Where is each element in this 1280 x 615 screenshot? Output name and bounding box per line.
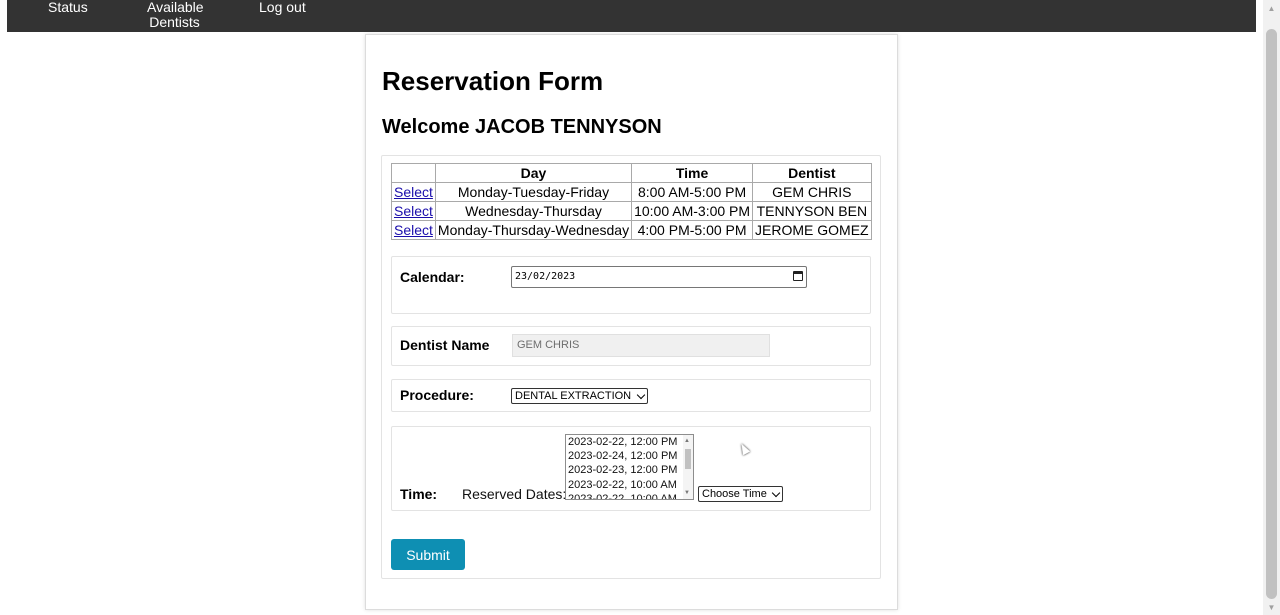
- top-navbar: Status Available Dentists Log out: [7, 0, 1256, 32]
- reserved-dates-listbox[interactable]: 2023-02-22, 12:00 PM 2023-02-24, 12:00 P…: [565, 434, 694, 500]
- reserved-dates-label: Reserved Dates:: [462, 486, 567, 502]
- nav-available-dentists-link[interactable]: Available Dentists: [147, 0, 204, 30]
- calendar-date-input[interactable]: 23/02/2023: [511, 266, 807, 288]
- select-cell: Select: [391, 182, 436, 202]
- listbox-scroll-thumb[interactable]: [685, 449, 691, 469]
- table-header-time: Time: [631, 163, 754, 183]
- dentist-name-field: GEM CHRIS: [512, 334, 770, 357]
- welcome-message: Welcome JACOB TENNYSON: [382, 116, 662, 138]
- select-link[interactable]: Select: [394, 203, 433, 219]
- time-cell: 10:00 AM-3:00 PM: [631, 201, 754, 221]
- calendar-label: Calendar:: [400, 269, 465, 285]
- table-header-day: Day: [434, 163, 633, 183]
- table-header-select: [391, 163, 436, 183]
- list-item[interactable]: 2023-02-23, 12:00 PM: [566, 463, 693, 477]
- scroll-up-arrow-icon[interactable]: ▲: [1263, 0, 1280, 16]
- dentist-schedule-table: Day Time Dentist Select Monday-Tuesday-F…: [391, 163, 872, 240]
- procedure-select[interactable]: DENTAL EXTRACTION: [511, 388, 648, 404]
- calendar-icon[interactable]: [793, 271, 803, 281]
- listbox-down-arrow-icon[interactable]: ▼: [684, 489, 690, 497]
- time-cell: 4:00 PM-5:00 PM: [631, 220, 754, 240]
- chevron-down-icon: [636, 390, 646, 400]
- time-label: Time:: [400, 486, 438, 502]
- calendar-date-value: 23/02/2023: [515, 271, 576, 282]
- nav-status-link[interactable]: Status: [48, 0, 88, 15]
- table-header-row: Day Time Dentist: [391, 163, 872, 183]
- list-item[interactable]: 2023-02-22, 12:00 PM: [566, 435, 693, 449]
- page-title: Reservation Form: [382, 66, 604, 96]
- procedure-label: Procedure:: [400, 387, 474, 403]
- list-item[interactable]: 2023-02-22, 10:00 AM: [566, 478, 693, 492]
- dentist-cell: JEROME GOMEZ: [752, 220, 872, 240]
- day-cell: Monday-Tuesday-Friday: [434, 182, 633, 202]
- select-cell: Select: [391, 201, 436, 221]
- nav-logout-link[interactable]: Log out: [259, 0, 306, 15]
- dentist-cell: GEM CHRIS: [752, 182, 872, 202]
- select-cell: Select: [391, 220, 436, 240]
- list-item[interactable]: 2023-02-22, 10:00 AM: [566, 492, 693, 499]
- choose-time-value: Choose Time: [702, 488, 767, 500]
- listbox-scrollbar[interactable]: ▲ ▼: [683, 435, 693, 499]
- dentist-name-label: Dentist Name: [400, 337, 490, 353]
- listbox-up-arrow-icon[interactable]: ▲: [684, 437, 690, 445]
- procedure-selected-value: DENTAL EXTRACTION: [515, 390, 632, 402]
- day-cell: Wednesday-Thursday: [434, 201, 633, 221]
- page-scrollbar[interactable]: ▲ ▼: [1263, 0, 1280, 615]
- choose-time-select[interactable]: Choose Time: [698, 486, 783, 502]
- table-header-dentist: Dentist: [752, 163, 872, 183]
- chevron-down-icon: [771, 488, 781, 498]
- submit-button[interactable]: Submit: [391, 539, 465, 570]
- table-row: Select Wednesday-Thursday 10:00 AM-3:00 …: [391, 201, 872, 221]
- scroll-down-arrow-icon[interactable]: ▼: [1263, 599, 1280, 615]
- time-cell: 8:00 AM-5:00 PM: [631, 182, 754, 202]
- table-row: Select Monday-Thursday-Wednesday 4:00 PM…: [391, 220, 872, 240]
- dentist-cell: TENNYSON BEN: [752, 201, 872, 221]
- select-link[interactable]: Select: [394, 222, 433, 238]
- select-link[interactable]: Select: [394, 184, 433, 200]
- day-cell: Monday-Thursday-Wednesday: [434, 220, 633, 240]
- table-row: Select Monday-Tuesday-Friday 8:00 AM-5:0…: [391, 182, 872, 202]
- scroll-thumb[interactable]: [1266, 29, 1277, 599]
- list-item[interactable]: 2023-02-24, 12:00 PM: [566, 449, 693, 463]
